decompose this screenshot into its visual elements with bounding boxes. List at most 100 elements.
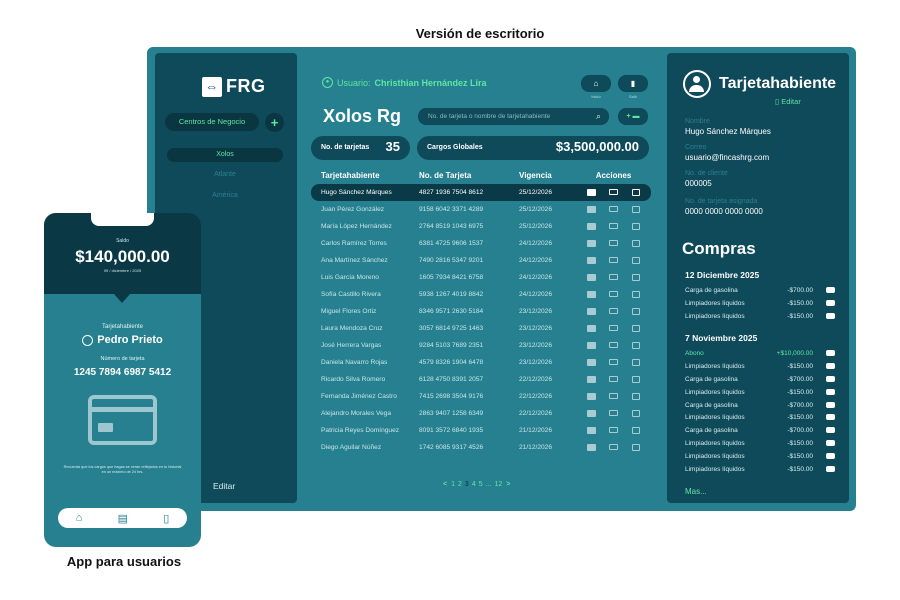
centros-dropdown[interactable]: Centros de Negocio — [165, 113, 259, 131]
receipt-icon[interactable] — [826, 465, 835, 472]
history-icon[interactable] — [632, 376, 641, 383]
history-icon[interactable] — [632, 410, 641, 417]
page-link[interactable]: 5 — [479, 481, 483, 488]
table-row[interactable]: Laura Mendoza Cruz 3057 6814 9725 1463 23/… — [311, 320, 651, 337]
table-row[interactable]: Hugo Sánchez Márques 4827 1936 7504 8612 2… — [311, 184, 651, 201]
page-link[interactable]: 3 — [465, 481, 469, 488]
user-edit-icon[interactable] — [586, 223, 596, 230]
user-edit-icon[interactable] — [586, 189, 596, 196]
table-row[interactable]: Diego Aguilar Núñez 1742 6085 9317 4526 21… — [311, 439, 651, 456]
search-icon[interactable]: ⌕ — [596, 108, 601, 125]
table-row[interactable]: Miguel Flores Ortiz 8346 9571 2630 5184 23… — [311, 303, 651, 320]
card-icon[interactable] — [609, 308, 619, 314]
card-icon[interactable] — [609, 359, 619, 365]
history-icon[interactable] — [632, 257, 641, 264]
card-icon[interactable] — [609, 325, 619, 331]
page-link[interactable]: 1 — [451, 481, 455, 488]
sidebar-edit-link[interactable]: Editar — [213, 481, 235, 491]
user-edit-icon[interactable] — [586, 359, 596, 366]
card-icon[interactable] — [609, 444, 619, 450]
card-icon[interactable] — [609, 393, 619, 399]
user-edit-icon[interactable] — [586, 274, 596, 281]
card-icon[interactable] — [609, 274, 619, 280]
table-row[interactable]: Juan Pérez González 9158 6042 3371 4289 25… — [311, 201, 651, 218]
user-edit-icon[interactable] — [586, 308, 596, 315]
history-icon[interactable] — [632, 444, 641, 451]
logout-button[interactable]: ▮ — [618, 75, 648, 92]
user-edit-icon[interactable] — [586, 206, 596, 213]
user-edit-icon[interactable] — [586, 342, 596, 349]
card-icon[interactable] — [609, 410, 619, 416]
user-edit-icon[interactable] — [586, 393, 596, 400]
page-link[interactable]: 12 — [494, 481, 502, 488]
history-icon[interactable] — [632, 427, 641, 434]
receipt-icon[interactable] — [826, 363, 835, 370]
card-icon[interactable] — [609, 240, 619, 246]
receipt-icon[interactable] — [826, 312, 835, 319]
receipt-icon[interactable] — [826, 440, 835, 446]
history-icon[interactable] — [632, 393, 641, 400]
history-icon[interactable] — [632, 291, 641, 298]
history-icon[interactable] — [632, 189, 641, 196]
card-icon[interactable] — [609, 189, 619, 195]
search-input[interactable]: No. de tarjeta o nombre de tarjetahabien… — [418, 108, 609, 125]
history-icon[interactable] — [632, 359, 641, 366]
table-row[interactable]: Daniela Navarro Rojas 4579 8326 1904 6478… — [311, 354, 651, 371]
home-button[interactable]: ⌂ — [581, 75, 611, 92]
history-icon[interactable] — [632, 308, 641, 315]
receipt-icon[interactable] — [826, 376, 835, 382]
receipt-icon[interactable] — [826, 427, 835, 434]
user-edit-icon[interactable] — [586, 291, 596, 298]
table-row[interactable]: Patricia Reyes Domínguez 8091 3572 6840 1… — [311, 422, 651, 439]
receipt-icon[interactable] — [826, 350, 835, 357]
cardholder-edit-link[interactable]: ▯ Editar — [775, 97, 801, 106]
receipt-icon[interactable] — [826, 299, 835, 306]
home-icon[interactable]: ⌂ — [76, 512, 83, 524]
card-icon[interactable] — [609, 257, 619, 263]
card-icon[interactable] — [609, 206, 619, 212]
user-edit-icon[interactable] — [586, 410, 596, 417]
table-row[interactable]: Carlos Ramírez Torres 6381 4725 9606 1537… — [311, 235, 651, 252]
user-edit-icon[interactable] — [586, 427, 596, 434]
page-link[interactable]: 2 — [458, 481, 462, 488]
sidebar-item-america[interactable]: América — [167, 189, 283, 203]
card-icon[interactable] — [609, 291, 619, 297]
exit-icon[interactable]: ▯ — [163, 512, 169, 525]
receipt-icon[interactable] — [826, 287, 835, 293]
history-icon[interactable] — [632, 223, 641, 230]
history-icon[interactable] — [632, 274, 641, 281]
more-link[interactable]: Mas... — [685, 487, 707, 496]
history-icon[interactable] — [632, 342, 641, 349]
card-icon[interactable] — [609, 223, 619, 229]
page-link[interactable]: 4 — [472, 481, 476, 488]
user-edit-icon[interactable] — [586, 376, 596, 383]
table-row[interactable]: Alejandro Morales Vega 2863 9407 1258 634… — [311, 405, 651, 422]
card-icon[interactable] — [609, 342, 619, 348]
receipt-icon[interactable] — [826, 401, 835, 408]
receipt-icon[interactable] — [826, 388, 835, 395]
user-edit-icon[interactable] — [586, 444, 596, 451]
history-icon[interactable] — [632, 206, 641, 213]
table-row[interactable]: Sofía Castillo Rivera 5938 1267 4019 8842… — [311, 286, 651, 303]
user-edit-icon[interactable] — [586, 240, 596, 247]
add-card-button[interactable]: + ▬ — [618, 108, 648, 125]
user-edit-icon[interactable] — [586, 325, 596, 332]
next-page-button[interactable]: > — [506, 481, 510, 488]
table-row[interactable]: Luis García Moreno 1605 7934 8421 6758 24/… — [311, 269, 651, 286]
sidebar-item-atlante[interactable]: Atlante — [167, 168, 283, 182]
prev-page-button[interactable]: < — [443, 481, 447, 488]
receipt-icon[interactable] — [826, 414, 835, 421]
table-row[interactable]: José Herrera Vargas 9284 5103 7689 2351 23… — [311, 337, 651, 354]
table-row[interactable]: Fernanda Jiménez Castro 7415 2698 3504 91… — [311, 388, 651, 405]
table-row[interactable]: Ricardo Silva Romero 6128 4750 8391 2057 2… — [311, 371, 651, 388]
receipt-icon[interactable] — [826, 452, 835, 459]
history-icon[interactable] — [632, 325, 641, 332]
user-edit-icon[interactable] — [586, 257, 596, 264]
add-centro-button[interactable]: + — [265, 113, 284, 132]
card-icon[interactable] — [609, 376, 619, 382]
history-icon[interactable] — [632, 240, 641, 247]
table-row[interactable]: María López Hernández 2764 8519 1043 6975… — [311, 218, 651, 235]
page-link[interactable]: ... — [486, 481, 492, 488]
card-icon[interactable] — [609, 427, 619, 433]
table-row[interactable]: Ana Martínez Sánchez 7490 2816 5347 9201 2… — [311, 252, 651, 269]
